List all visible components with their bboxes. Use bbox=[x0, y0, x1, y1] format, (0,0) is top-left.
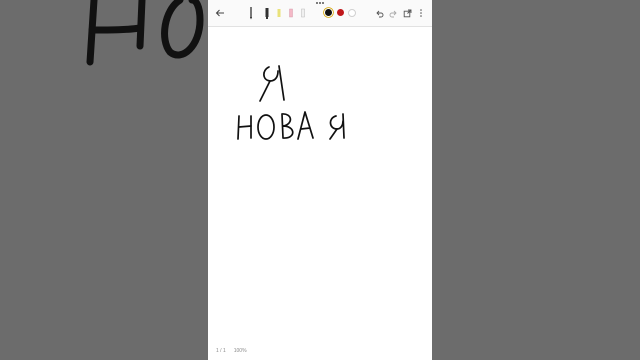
zoom-level[interactable]: 100% bbox=[234, 348, 247, 354]
drawing-canvas[interactable] bbox=[208, 26, 432, 346]
handwriting-a bbox=[297, 111, 314, 140]
handwriting-v bbox=[281, 113, 294, 139]
note-app-window: 1 / 1 100% bbox=[208, 0, 432, 360]
handwriting-ya bbox=[259, 65, 285, 102]
page-indicator: 1 / 1 bbox=[216, 348, 226, 354]
color-swatch-black[interactable] bbox=[325, 9, 332, 16]
share-icon[interactable] bbox=[400, 6, 414, 20]
ruler-tool-icon[interactable] bbox=[296, 6, 310, 20]
pen-tool-icon[interactable] bbox=[244, 6, 258, 20]
more-icon[interactable] bbox=[414, 6, 428, 20]
undo-icon[interactable] bbox=[372, 6, 386, 20]
handwriting-ya-2 bbox=[329, 113, 345, 140]
color-swatch-red[interactable] bbox=[337, 9, 344, 16]
toolbar bbox=[208, 0, 432, 27]
color-swatch-white[interactable] bbox=[348, 9, 356, 17]
status-bar: 1 / 1 100% bbox=[216, 348, 247, 354]
back-arrow-icon[interactable] bbox=[213, 6, 227, 20]
handwriting-n bbox=[237, 115, 252, 140]
drag-handle[interactable] bbox=[316, 2, 325, 5]
handwriting-o bbox=[257, 114, 275, 140]
redo-icon[interactable] bbox=[386, 6, 400, 20]
